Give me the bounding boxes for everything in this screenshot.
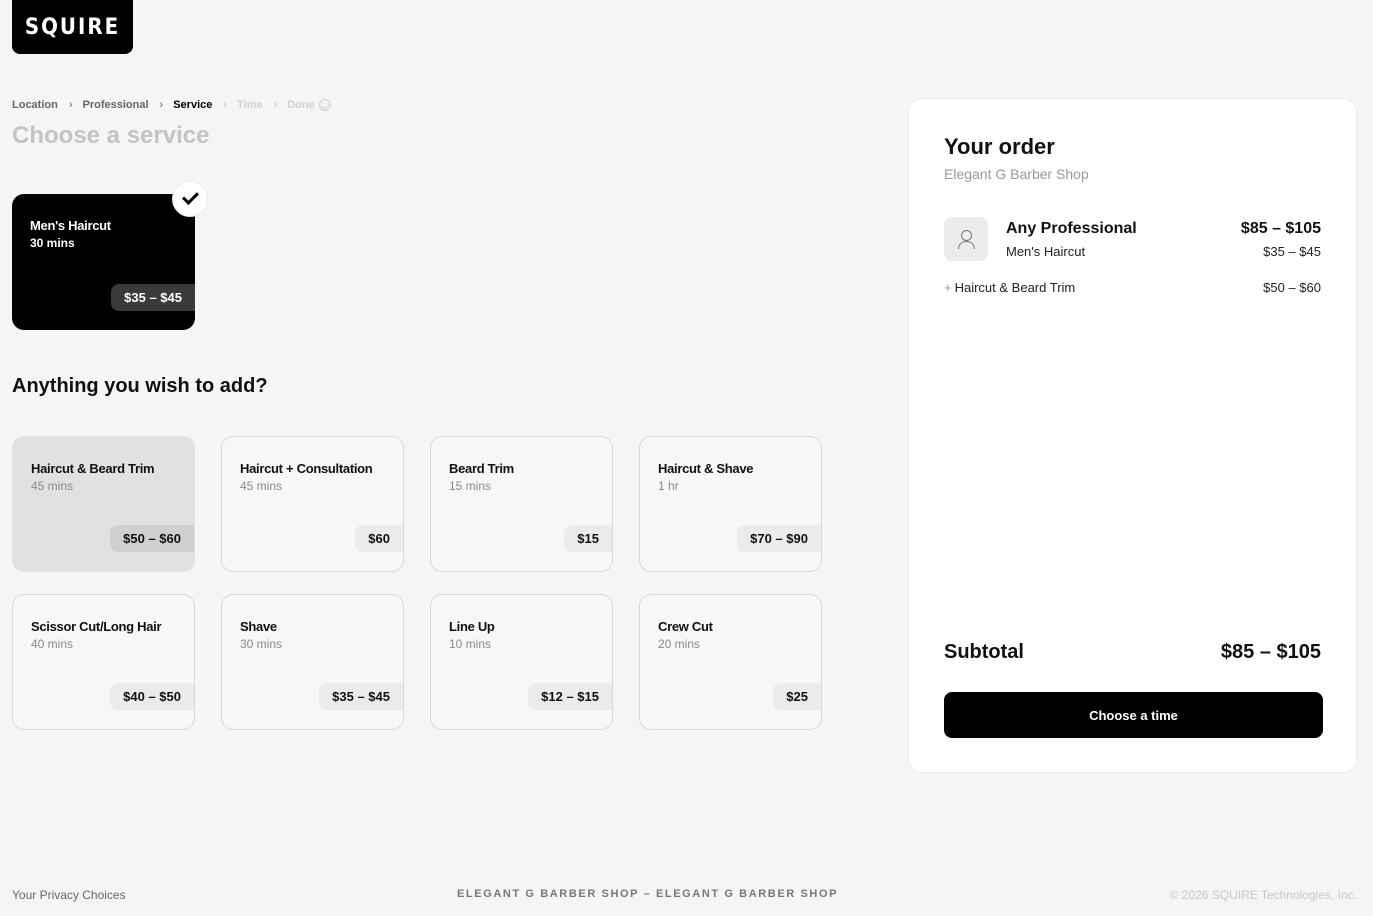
chevron-right-icon: › [223,98,228,111]
addon-name: Line Up [449,619,495,634]
service-name: Men's Haircut [30,218,111,233]
breadcrumb-service[interactable]: Service [173,99,212,111]
addon-name: Crew Cut [658,619,713,634]
addon-duration: 45 mins [31,479,74,493]
addon-name: Scissor Cut/Long Hair [31,619,162,634]
professional-name: Any Professional [1006,220,1137,237]
addon-name: Haircut & Beard Trim [31,461,155,476]
addon-duration: 20 mins [658,637,701,651]
subtotal-label: Subtotal [944,641,1024,663]
order-addon-price: $50 – $60 [1263,280,1321,295]
addon-card[interactable]: Haircut + Consultation 45 mins $60 [221,436,404,572]
privacy-choices-link[interactable]: Your Privacy Choices [12,888,126,902]
addon-card[interactable]: Line Up 10 mins $12 – $15 [430,594,613,730]
breadcrumb-location[interactable]: Location [12,99,58,111]
addon-price: $60 [355,525,403,552]
order-service-name: Men's Haircut [1006,244,1086,259]
addon-price: $25 [773,683,821,710]
breadcrumb-professional[interactable]: Professional [83,99,149,111]
addon-card[interactable]: Beard Trim 15 mins $15 [430,436,613,572]
addon-price: $15 [564,525,612,552]
addon-card[interactable]: Scissor Cut/Long Hair 40 mins $40 – $50 [12,594,195,730]
addon-price: $12 – $15 [528,683,612,710]
order-shop-name: Elegant G Barber Shop [944,166,1089,182]
addon-card[interactable]: Shave 30 mins $35 – $45 [221,594,404,730]
addons-heading: Anything you wish to add? [12,375,268,397]
addon-card[interactable]: Crew Cut 20 mins $25 [639,594,822,730]
selected-service-card[interactable]: Men's Haircut 30 mins $35 – $45 [12,194,195,330]
footer-shop-name: ELEGANT G BARBER SHOP – ELEGANT G BARBER… [457,888,839,900]
squire-logo[interactable]: SQUIRE [12,0,133,54]
choose-time-button[interactable]: Choose a time [944,692,1323,738]
order-addon: + Haircut & Beard Trim [944,280,1075,295]
chevron-right-icon: › [273,98,278,111]
addon-name: Haircut + Consultation [240,461,373,476]
service-duration: 30 mins [30,236,75,250]
addon-duration: 30 mins [240,637,283,651]
addon-price: $40 – $50 [110,683,194,710]
page-title: Choose a service [12,122,210,149]
check-circle-icon [318,99,331,111]
copyright: © 2026 SQUIRE Technologies, Inc. [1169,888,1357,902]
chevron-right-icon: › [159,98,164,111]
addon-price: $35 – $45 [319,683,403,710]
order-addon-name: Haircut & Beard Trim [954,280,1076,295]
addon-card[interactable]: Haircut & Beard Trim 45 mins $50 – $60 [12,436,195,572]
addon-duration: 1 hr [658,479,679,493]
addon-price: $70 – $90 [737,525,821,552]
addon-duration: 40 mins [31,637,74,651]
order-title: Your order [944,134,1055,159]
order-service-price: $35 – $45 [1263,244,1321,259]
addon-name: Haircut & Shave [658,461,754,476]
addon-duration: 15 mins [449,479,492,493]
breadcrumb-time: Time [237,99,263,111]
plus-icon: + [944,280,952,295]
person-icon [944,217,988,261]
service-price: $35 – $45 [111,284,195,311]
subtotal-value: $85 – $105 [1220,641,1321,663]
addon-name: Beard Trim [449,461,514,476]
addon-name: Shave [240,619,277,634]
addon-duration: 45 mins [240,479,283,493]
order-summary-panel: Your order Elegant G Barber Shop Any Pro… [908,98,1357,773]
addon-price: $50 – $60 [110,525,194,552]
chevron-right-icon: › [68,98,73,111]
breadcrumb-done: Done [287,99,315,111]
addon-card[interactable]: Haircut & Shave 1 hr $70 – $90 [639,436,822,572]
addon-duration: 10 mins [449,637,492,651]
breadcrumb: Location › Professional › Service › Time… [12,99,331,111]
order-line-total: $85 – $105 [1240,220,1321,237]
check-icon [172,181,208,217]
